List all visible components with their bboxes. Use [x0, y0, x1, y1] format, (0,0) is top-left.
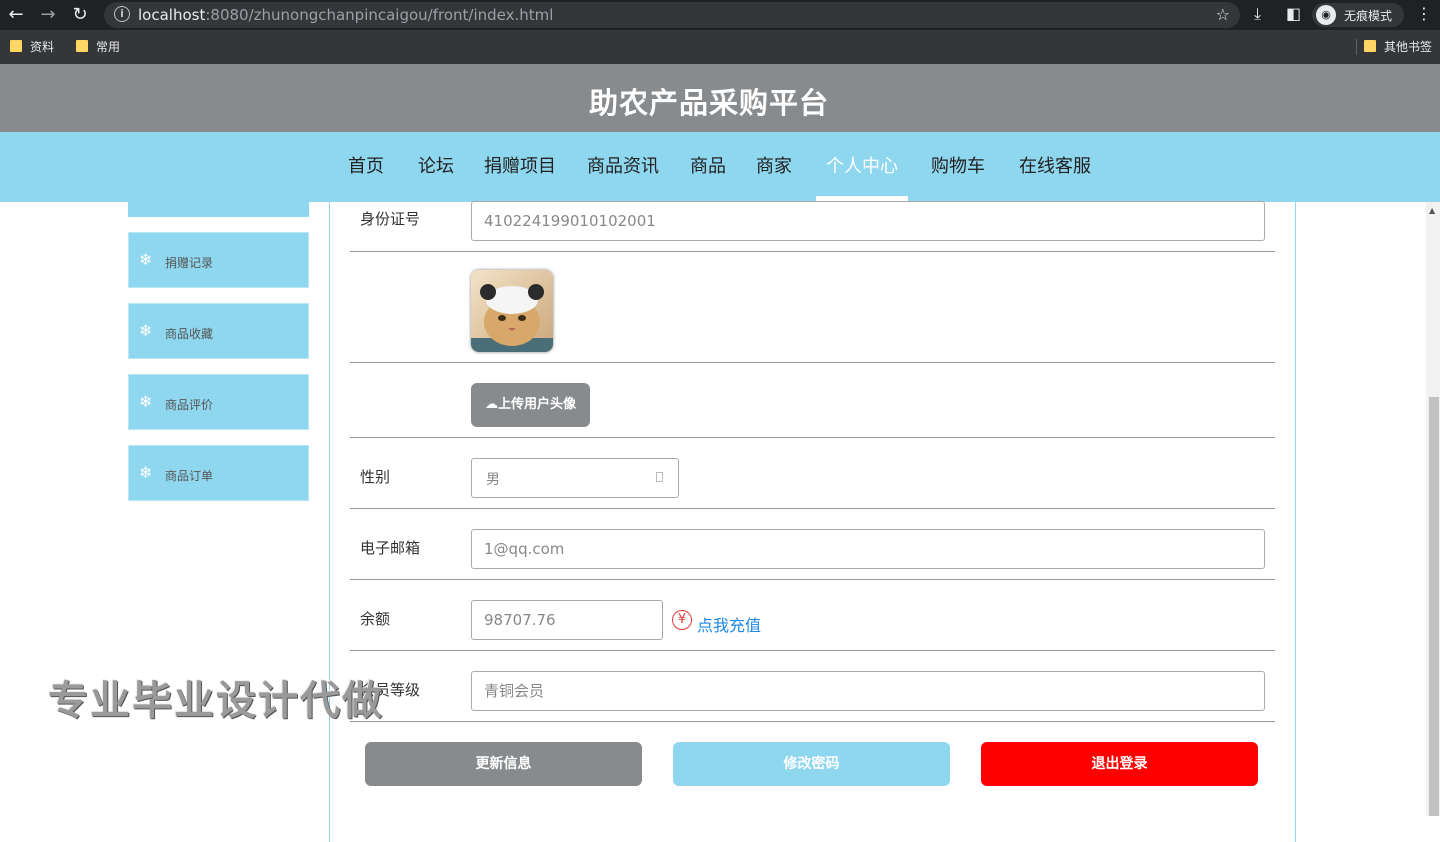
folder-icon — [10, 40, 22, 52]
gender-label: 性别 — [360, 468, 391, 486]
nav-personal-center[interactable]: 个人中心 — [826, 152, 898, 178]
watermark-overlay: 专业毕业设计代做 — [48, 678, 384, 724]
sidebar-item-partial[interactable] — [128, 202, 309, 217]
nav-product-news[interactable]: 商品资讯 — [587, 152, 659, 178]
email-input[interactable]: 1@qq.com — [471, 529, 1265, 569]
balance-input[interactable]: 98707.76 — [471, 600, 663, 640]
member-level-input[interactable]: 青铜会员 — [471, 671, 1265, 711]
address-bar[interactable]: i localhost:8080/zhunongchanpincaigou/fr… — [104, 2, 1240, 28]
site-header: 助农产品采购平台 — [0, 64, 1440, 132]
sidebar-item-label: 商品订单 — [165, 469, 214, 483]
logout-button[interactable]: 退出登录 — [981, 742, 1258, 786]
incognito-badge[interactable]: ◉ 无痕模式 — [1312, 3, 1404, 27]
update-info-button[interactable]: 更新信息 — [365, 742, 642, 786]
nav-home[interactable]: 首页 — [348, 152, 384, 178]
email-label: 电子邮箱 — [360, 539, 421, 557]
bookmark-star-icon[interactable]: ☆ — [1216, 5, 1230, 24]
bookmarks-divider — [1356, 39, 1357, 55]
download-icon[interactable]: ⤓ — [1254, 4, 1261, 24]
bookmarks-bar: 资料 常用 其他书签 — [0, 30, 1440, 64]
recharge-link[interactable]: 点我充值 — [697, 612, 761, 636]
upload-avatar-button[interactable]: ☁上传用户头像 — [471, 383, 590, 427]
forward-arrow-icon[interactable]: → — [36, 3, 60, 27]
sidebar-item-favorites[interactable]: ❄ 商品收藏 — [128, 303, 309, 359]
url-text: localhost:8080/zhunongchanpincaigou/fron… — [138, 6, 554, 24]
bookmark-folder-changyong[interactable]: 常用 — [76, 38, 120, 55]
snowflake-icon: ❄ — [139, 392, 153, 411]
row-divider — [350, 579, 1275, 580]
yuan-currency-icon[interactable]: ¥ — [672, 610, 692, 630]
snowflake-icon: ❄ — [139, 321, 153, 340]
back-arrow-icon[interactable]: ← — [4, 3, 28, 27]
nav-products[interactable]: 商品 — [690, 152, 726, 178]
sidebar-item-label: 商品评价 — [165, 398, 214, 412]
sidebar-item-orders[interactable]: ❄ 商品订单 — [128, 445, 309, 501]
balance-label: 余额 — [360, 610, 391, 628]
scrollbar-thumb[interactable] — [1429, 397, 1439, 816]
folder-icon — [76, 40, 88, 52]
nav-donation-projects[interactable]: 捐赠项目 — [484, 152, 556, 178]
incognito-label: 无痕模式 — [1344, 9, 1393, 23]
row-divider — [350, 721, 1275, 722]
nav-cart[interactable]: 购物车 — [931, 152, 985, 178]
sidebar-item-reviews[interactable]: ❄ 商品评价 — [128, 374, 309, 430]
bookmark-folder-ziliao[interactable]: 资料 — [10, 38, 54, 55]
snowflake-icon: ❄ — [139, 250, 153, 269]
dropdown-icon — [656, 472, 663, 482]
id-card-label: 身份证号 — [360, 210, 421, 228]
gender-select[interactable]: 男 — [471, 458, 679, 498]
browser-toolbar: ← → ↻ i localhost:8080/zhunongchanpincai… — [0, 0, 1440, 30]
main-nav: 首页 论坛 捐赠项目 商品资讯 商品 商家 个人中心 购物车 在线客服 — [0, 132, 1440, 202]
nav-online-service[interactable]: 在线客服 — [1019, 152, 1091, 178]
sidebar-item-donation-records[interactable]: ❄ 捐赠记录 — [128, 232, 309, 288]
site-title: 助农产品采购平台 — [588, 86, 829, 120]
sidepanel-icon[interactable]: ◧ — [1286, 4, 1301, 23]
nav-merchants[interactable]: 商家 — [756, 152, 792, 178]
row-divider — [350, 508, 1275, 509]
sidebar-item-label: 捐赠记录 — [165, 256, 214, 270]
gender-selected-value: 男 — [486, 472, 500, 488]
incognito-icon: ◉ — [1316, 5, 1336, 25]
change-password-button[interactable]: 修改密码 — [673, 742, 950, 786]
site-info-icon[interactable]: i — [114, 6, 130, 22]
row-divider — [350, 362, 1275, 363]
cat-avatar-image — [471, 270, 553, 352]
reload-icon[interactable]: ↻ — [68, 3, 92, 27]
nav-forum[interactable]: 论坛 — [418, 152, 454, 178]
cloud-upload-icon: ☁ — [484, 397, 498, 412]
row-divider — [350, 251, 1275, 252]
sidebar-item-label: 商品收藏 — [165, 327, 214, 341]
scroll-up-icon[interactable]: ▲ — [1429, 206, 1435, 215]
user-avatar — [471, 270, 553, 352]
folder-icon — [1364, 40, 1376, 52]
row-divider — [350, 437, 1275, 438]
menu-kebab-icon[interactable]: ⋮ — [1416, 4, 1432, 23]
bookmark-folder-other[interactable]: 其他书签 — [1364, 38, 1432, 55]
snowflake-icon: ❄ — [139, 463, 153, 482]
row-divider — [350, 650, 1275, 651]
id-card-input[interactable]: 410224199010102001 — [471, 201, 1265, 241]
